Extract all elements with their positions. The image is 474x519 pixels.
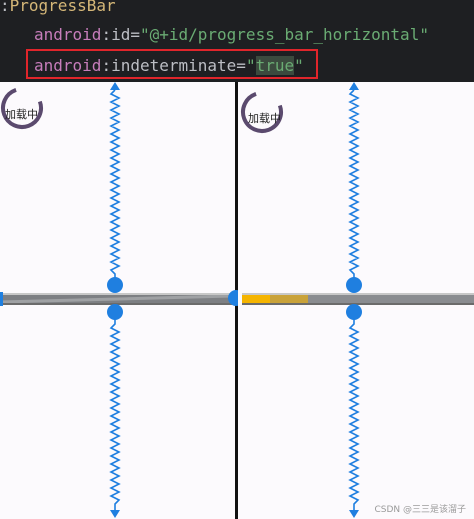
constraint-spring-icon bbox=[109, 318, 121, 518]
blueprint-panel[interactable]: 加载中 CSDN @三三是该溜子 bbox=[238, 82, 474, 519]
design-panel[interactable]: 加载中 bbox=[0, 82, 235, 519]
xml-tag: ProgressBar bbox=[9, 0, 116, 15]
layout-preview: 加载中 加载中 CSDN @三三是该溜子 bbox=[0, 82, 474, 519]
selection-edge bbox=[0, 292, 3, 306]
spinner-label: 加载中 bbox=[248, 112, 281, 125]
constraint-spring-icon bbox=[348, 82, 360, 282]
constraint-spring-icon bbox=[348, 318, 360, 518]
code-line-tag: :ProgressBar bbox=[0, 0, 116, 16]
code-line-id[interactable]: android:id="@+id/progress_bar_horizontal… bbox=[34, 25, 429, 45]
progress-primary bbox=[242, 295, 270, 303]
progress-bar[interactable] bbox=[242, 293, 474, 305]
watermark: CSDN @三三是该溜子 bbox=[374, 505, 466, 515]
highlight-box bbox=[26, 49, 318, 79]
spinner-label: 加载中 bbox=[5, 108, 38, 121]
constraint-spring-icon bbox=[109, 82, 121, 282]
progress-secondary bbox=[270, 295, 308, 303]
indeterminate-stripes bbox=[0, 295, 232, 303]
code-editor: :ProgressBar android:id="@+id/progress_b… bbox=[0, 0, 474, 82]
resize-handle-icon[interactable] bbox=[346, 277, 362, 293]
resize-handle-icon[interactable] bbox=[107, 277, 123, 293]
